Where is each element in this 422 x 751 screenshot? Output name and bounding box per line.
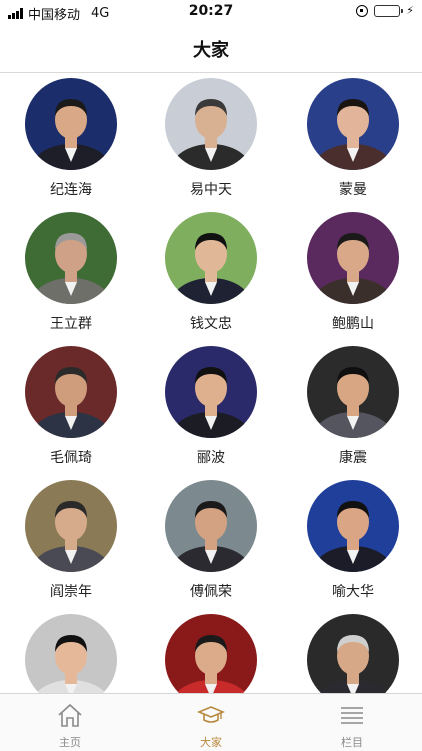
- person-name: 毛佩琦: [50, 450, 92, 466]
- person-avatar[interactable]: [307, 346, 399, 438]
- tab-home-label: 主页: [59, 736, 81, 749]
- graduation-cap-icon: [197, 706, 225, 723]
- person-name: 傅佩荣: [190, 584, 232, 600]
- person-avatar[interactable]: [25, 480, 117, 572]
- person-name: 康震: [339, 450, 367, 466]
- charging-icon: ⚡: [406, 4, 414, 17]
- person-name: 蒙曼: [339, 182, 367, 198]
- tab-columns-label: 栏目: [341, 736, 363, 749]
- person-avatar[interactable]: [307, 78, 399, 170]
- person-card[interactable]: [1, 609, 141, 693]
- person-avatar[interactable]: [307, 614, 399, 693]
- tab-home[interactable]: 主页: [0, 694, 140, 751]
- battery-icon: [374, 4, 404, 17]
- person-avatar[interactable]: [165, 346, 257, 438]
- page-title: 大家: [193, 40, 229, 61]
- person-card[interactable]: 康震: [283, 341, 422, 475]
- person-card[interactable]: 王立群: [1, 207, 141, 341]
- person-card[interactable]: 纪连海: [1, 73, 141, 207]
- person-avatar[interactable]: [165, 614, 257, 693]
- person-card[interactable]: 傅佩荣: [141, 475, 281, 609]
- person-card[interactable]: [141, 609, 281, 693]
- person-avatar[interactable]: [165, 78, 257, 170]
- list-icon: [341, 707, 363, 724]
- home-icon: [58, 703, 82, 727]
- rotation-lock-icon: [356, 4, 369, 17]
- person-card[interactable]: 易中天: [141, 73, 281, 207]
- status-bar: 中国移动 4G 20:27 ⚡: [0, 0, 422, 24]
- person-avatar[interactable]: [25, 212, 117, 304]
- tab-masters[interactable]: 大家: [141, 694, 281, 751]
- person-name: 王立群: [50, 316, 92, 332]
- person-avatar[interactable]: [25, 614, 117, 693]
- navigation-bar: 大家: [0, 24, 422, 73]
- person-card[interactable]: 鲍鹏山: [283, 207, 422, 341]
- person-card[interactable]: 蒙曼: [283, 73, 422, 207]
- person-card[interactable]: 钱文忠: [141, 207, 281, 341]
- person-name: 阎崇年: [50, 584, 92, 600]
- person-avatar[interactable]: [25, 78, 117, 170]
- person-card[interactable]: 喻大华: [283, 475, 422, 609]
- tab-bar: 主页 大家 栏目: [0, 693, 422, 751]
- people-grid: 纪连海 易中天 蒙曼王立群 钱文忠 鲍鹏山毛佩琦 郦波 康震阎崇年 傅佩荣 喻大华: [0, 73, 422, 693]
- status-right: ⚡: [356, 4, 414, 17]
- person-name: 纪连海: [50, 182, 92, 198]
- person-name: 鲍鹏山: [332, 316, 374, 332]
- person-avatar[interactable]: [165, 212, 257, 304]
- person-name: 钱文忠: [190, 316, 232, 332]
- person-card[interactable]: [283, 609, 422, 693]
- person-avatar[interactable]: [165, 480, 257, 572]
- person-card[interactable]: 郦波: [141, 341, 281, 475]
- person-avatar[interactable]: [307, 480, 399, 572]
- person-card[interactable]: 阎崇年: [1, 475, 141, 609]
- tab-columns[interactable]: 栏目: [282, 694, 422, 751]
- person-name: 易中天: [190, 182, 232, 198]
- person-card[interactable]: 毛佩琦: [1, 341, 141, 475]
- tab-masters-label: 大家: [200, 736, 222, 749]
- person-name: 郦波: [197, 450, 225, 466]
- person-name: 喻大华: [332, 584, 374, 600]
- person-avatar[interactable]: [25, 346, 117, 438]
- person-avatar[interactable]: [307, 212, 399, 304]
